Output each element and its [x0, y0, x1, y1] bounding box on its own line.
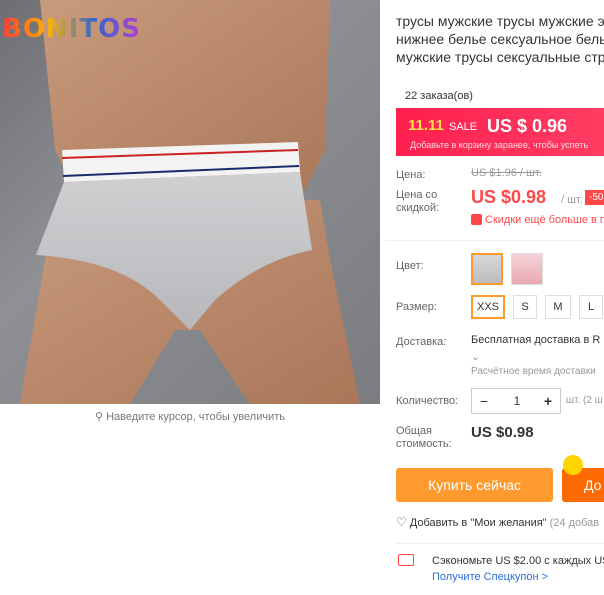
coupon-save-text: Сэкономьте US $2.00 с каждых US [432, 555, 604, 567]
color-swatch-pink[interactable] [511, 253, 543, 285]
product-photo[interactable]: BONITOS [0, 0, 380, 404]
estimated-delivery: Расчётное время доставки [471, 366, 596, 377]
size-option-xxs[interactable]: XXS [471, 295, 505, 319]
quantity-available: шт. (2 ш [566, 395, 603, 406]
brand-logo: BONITOS [2, 14, 141, 44]
coupon-box: Сэкономьте US $2.00 с каждых US Получите… [396, 543, 604, 589]
size-label: Размер: [396, 301, 437, 313]
quantity-increase-button[interactable]: + [536, 389, 560, 413]
coin-icon [563, 455, 583, 475]
chevron-down-icon[interactable]: ⌄ [471, 350, 480, 363]
get-coupon-link[interactable]: Получите Спецкупон > [432, 571, 548, 583]
shipping-label: Доставка: [396, 336, 447, 348]
coupon-icon [398, 554, 414, 566]
current-price: US $0.98 [471, 187, 547, 207]
more-discounts-link[interactable]: Скидки ещё больше в п [471, 214, 604, 226]
product-gallery: BONITOS ⚲ Наведите курсор, чтобы увеличи… [0, 0, 380, 595]
sale-subtitle: Добавьте в корзину заранее, чтобы успеть [410, 140, 589, 150]
product-title: трусы мужские трусы мужские эротическое … [396, 13, 604, 65]
product-info: трусы мужские трусы мужские эротическое … [385, 0, 604, 595]
discount-badge: -50 [585, 190, 604, 205]
total-value: US $0.98 [471, 424, 534, 441]
quantity-decrease-button[interactable]: − [472, 389, 496, 413]
total-label: Общая стоимость: [396, 425, 452, 450]
size-option-l[interactable]: L [579, 295, 603, 319]
quantity-input[interactable]: 1 [496, 389, 538, 413]
size-option-m[interactable]: M [545, 295, 571, 319]
divider [385, 240, 604, 241]
product-photo-illustration [20, 0, 360, 404]
discount-price-label: Цена со скидкой: [396, 189, 440, 214]
discount-icon [471, 214, 482, 225]
buy-now-button[interactable]: Купить сейчас [396, 468, 553, 502]
size-option-s[interactable]: S [513, 295, 537, 319]
price-unit: / шт. [561, 194, 583, 206]
quantity-stepper: − 1 + [471, 388, 561, 414]
shipping-value[interactable]: Бесплатная доставка в R [471, 334, 600, 346]
old-price: US $1.96 / шт. [471, 167, 542, 179]
sale-price: US $ 0.96 [487, 116, 568, 136]
color-label: Цвет: [396, 260, 424, 272]
sale-label: SALE [449, 121, 478, 133]
price-label: Цена: [396, 169, 426, 181]
color-swatch-grey[interactable] [471, 253, 503, 285]
orders-count: 22 заказа(ов) [405, 90, 473, 102]
sale-tag: 11.11 [408, 117, 444, 134]
magnifier-icon: ⚲ [94, 411, 107, 423]
quantity-label: Количество: [396, 395, 459, 407]
zoom-hint: ⚲ Наведите курсор, чтобы увеличить [94, 411, 286, 423]
heart-icon: ♡ [396, 515, 407, 529]
wishlist-count: (24 добав [549, 517, 600, 529]
sale-banner[interactable]: 11.11 SALE US $ 0.96 Добавьте в корзину … [396, 108, 604, 156]
wishlist-link[interactable]: ♡ Добавить в "Мои желания" (24 добав [396, 515, 599, 529]
